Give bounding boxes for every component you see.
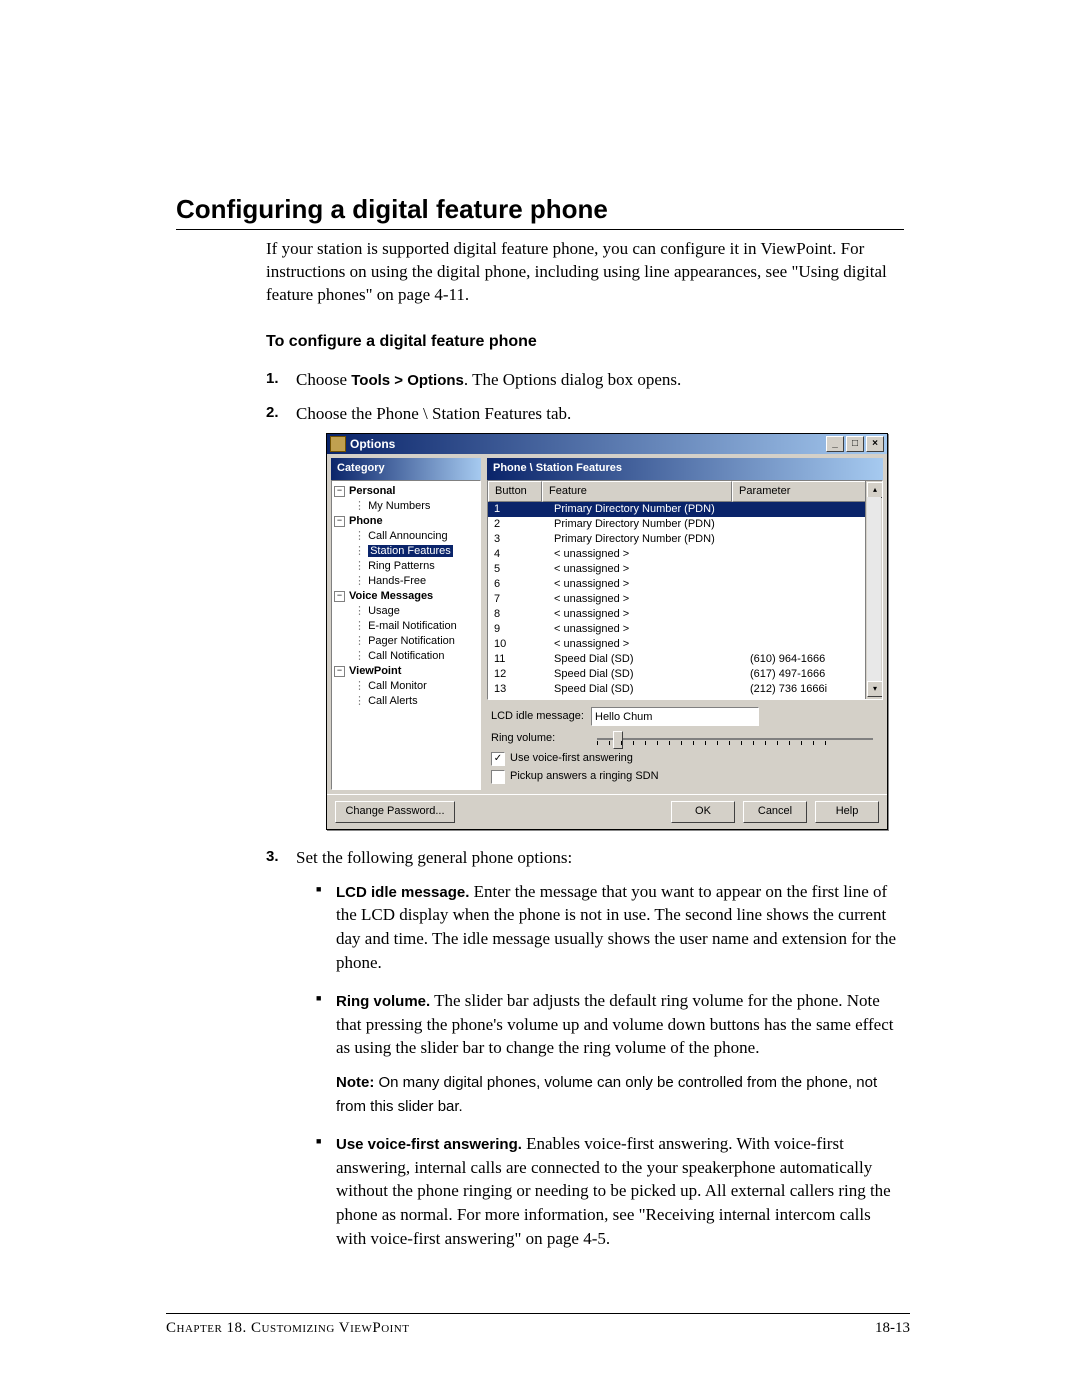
feature-grid[interactable]: Button Feature Parameter 1Primary Direct…: [487, 480, 883, 700]
table-row[interactable]: 13Speed Dial (SD)(212) 736 1666i: [488, 682, 882, 697]
procedure-subhead: To configure a digital feature phone: [266, 333, 904, 351]
table-row[interactable]: 1Primary Directory Number (PDN): [488, 502, 882, 517]
page-footer: Chapter 18. Customizing ViewPoint 18-13: [166, 1313, 910, 1337]
cancel-button[interactable]: Cancel: [743, 801, 807, 823]
table-row[interactable]: 11Speed Dial (SD)(610) 964-1666: [488, 652, 882, 667]
footer-chapter: Chapter 18. Customizing ViewPoint: [166, 1320, 409, 1337]
close-button[interactable]: ×: [866, 436, 884, 452]
table-row[interactable]: 7< unassigned >: [488, 592, 882, 607]
options-dialog: Options _ □ × Category −Personal ⋮ My Nu…: [326, 433, 888, 829]
bullet-lcd: LCD idle message. Enter the message that…: [316, 880, 904, 975]
col-parameter[interactable]: Parameter: [732, 481, 882, 502]
table-row[interactable]: 8< unassigned >: [488, 607, 882, 622]
ok-button[interactable]: OK: [671, 801, 735, 823]
dialog-titlebar[interactable]: Options _ □ ×: [327, 434, 887, 454]
lcd-input[interactable]: [591, 707, 759, 726]
table-row[interactable]: 6< unassigned >: [488, 577, 882, 592]
table-row[interactable]: 4< unassigned >: [488, 547, 882, 562]
table-row[interactable]: 9< unassigned >: [488, 622, 882, 637]
page-title: Configuring a digital feature phone: [176, 194, 904, 230]
ring-volume-slider[interactable]: [591, 729, 879, 749]
intro-paragraph: If your station is supported digital fea…: [266, 238, 904, 307]
scroll-down-icon[interactable]: ▾: [867, 681, 883, 697]
voice-first-checkbox[interactable]: ✓Use voice-first answering: [491, 750, 879, 768]
table-row[interactable]: 3Primary Directory Number (PDN): [488, 532, 882, 547]
table-row[interactable]: 10< unassigned >: [488, 637, 882, 652]
panel-title: Phone \ Station Features: [487, 458, 883, 479]
table-row[interactable]: 2Primary Directory Number (PDN): [488, 517, 882, 532]
maximize-button[interactable]: □: [846, 436, 864, 452]
change-password-button[interactable]: Change Password...: [335, 801, 455, 823]
bullet-ring: Ring volume. The slider bar adjusts the …: [316, 989, 904, 1118]
dialog-title: Options: [350, 436, 395, 453]
grid-scrollbar[interactable]: ▴ ▾: [865, 481, 882, 699]
tree-selected: Station Features: [368, 545, 453, 557]
app-icon: [330, 436, 346, 452]
step-2: 2. Choose the Phone \ Station Features t…: [266, 402, 904, 830]
ring-volume-label: Ring volume:: [491, 731, 591, 746]
category-tree[interactable]: −Personal ⋮ My Numbers −Phone ⋮ Call Ann…: [331, 480, 481, 790]
step-1: 1. Choose Tools > Options. The Options d…: [266, 368, 904, 392]
col-feature[interactable]: Feature: [542, 481, 732, 502]
col-button[interactable]: Button: [488, 481, 542, 502]
category-header: Category: [331, 458, 481, 479]
bullet-voicefirst: Use voice-first answering. Enables voice…: [316, 1132, 904, 1251]
table-row[interactable]: 12Speed Dial (SD)(617) 497-1666: [488, 667, 882, 682]
help-button[interactable]: Help: [815, 801, 879, 823]
step-3: 3. Set the following general phone optio…: [266, 846, 904, 1251]
table-row[interactable]: 5< unassigned >: [488, 562, 882, 577]
minimize-button[interactable]: _: [826, 436, 844, 452]
lcd-label: LCD idle message:: [491, 709, 591, 724]
scroll-up-icon[interactable]: ▴: [867, 482, 883, 498]
footer-page: 18-13: [875, 1320, 910, 1337]
pickup-sdn-checkbox[interactable]: Pickup answers a ringing SDN: [491, 768, 879, 786]
